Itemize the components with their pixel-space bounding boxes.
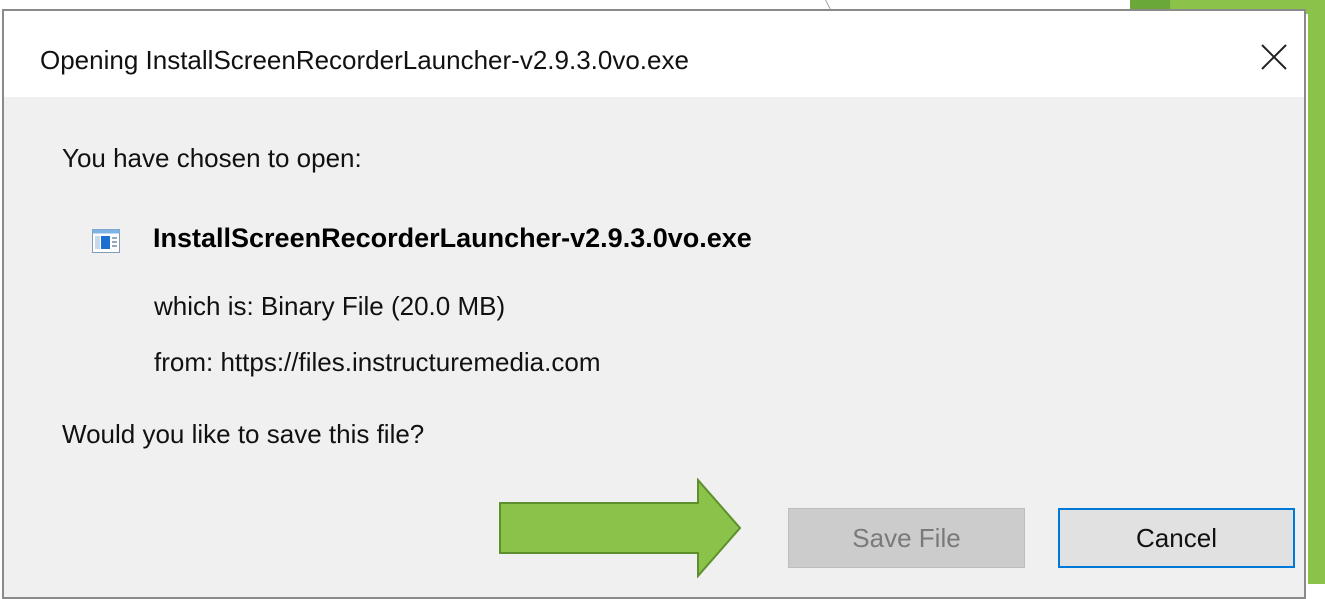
save-prompt: Would you like to save this file? xyxy=(62,419,425,449)
dialog-titlebar: Opening InstallScreenRecorderLauncher-v2… xyxy=(4,11,1304,97)
file-type: which is: Binary File (20.0 MB) xyxy=(154,291,506,321)
file-source: from: https://files.instructuremedia.com xyxy=(154,347,601,377)
cancel-button-label: Cancel xyxy=(1136,522,1217,553)
right-arrow-icon xyxy=(498,477,742,579)
close-icon[interactable] xyxy=(1250,35,1296,81)
dialog-title: Opening InstallScreenRecorderLauncher-v2… xyxy=(40,45,689,75)
application-file-icon xyxy=(92,229,120,253)
open-prompt: You have chosen to open: xyxy=(62,143,362,173)
save-file-button-label: Save File xyxy=(852,522,961,553)
cancel-button[interactable]: Cancel xyxy=(1058,508,1295,568)
file-name: InstallScreenRecorderLauncher-v2.9.3.0vo… xyxy=(153,223,752,253)
save-file-button[interactable]: Save File xyxy=(788,508,1025,568)
background-green-edge xyxy=(1308,14,1325,584)
